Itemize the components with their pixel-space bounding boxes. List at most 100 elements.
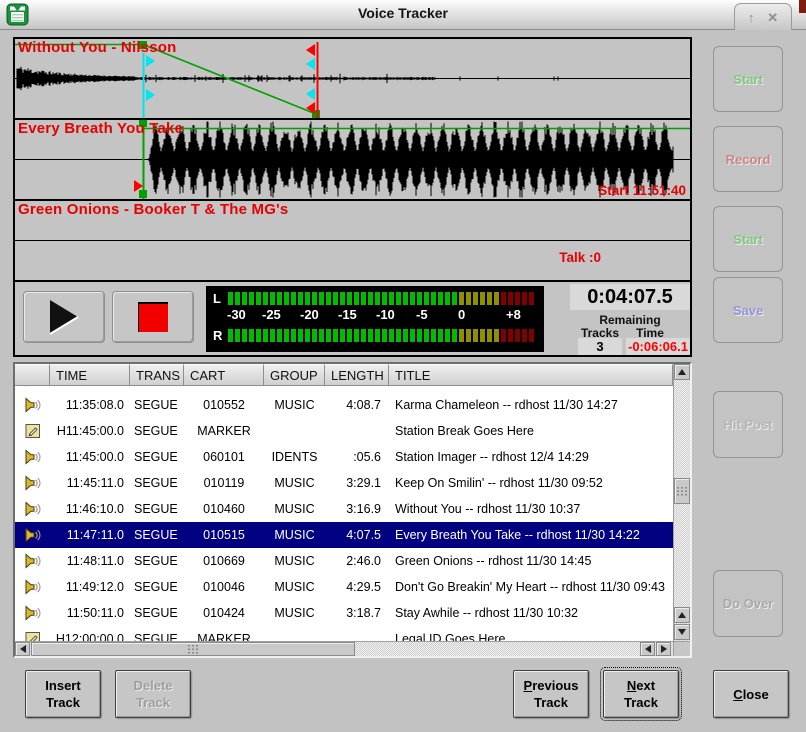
scroll-up-button-2[interactable]	[674, 607, 690, 623]
log-cell-length: 4:29.5	[325, 580, 389, 594]
scroll-right-button[interactable]	[656, 642, 671, 656]
meter-segment	[270, 292, 275, 305]
next-track-button-label: Next	[627, 677, 655, 694]
log-row[interactable]: H12:00:00.0SEGUEMARKERLegal ID Goes Here	[15, 626, 673, 641]
log-cell-icon	[15, 397, 50, 413]
column-header-time[interactable]: TIME	[50, 364, 130, 386]
start-button-2[interactable]: Start	[713, 206, 783, 272]
next-track-button[interactable]: NextTrack	[603, 670, 679, 718]
track-2[interactable]: Every Breath You Take Start 11:51:40	[15, 120, 690, 199]
log-row[interactable]: 11:46:10.0SEGUE010460MUSIC3:16.9Without …	[15, 496, 673, 522]
log-table-body: 11:35:08.0SEGUE010552MUSIC4:08.7Karma Ch…	[15, 386, 673, 641]
delete-track-button[interactable]: DeleteTrack	[115, 670, 191, 718]
shade-button[interactable]: ↑	[748, 11, 755, 24]
log-cell-trans: SEGUE	[130, 606, 184, 620]
log-cell-title: Stay Awhile -- rdhost 11/30 10:32	[389, 606, 673, 620]
meter-segment	[487, 292, 492, 305]
meter-segment	[291, 329, 296, 342]
meter-segment	[431, 292, 436, 305]
meter-scale-label: -25	[262, 307, 281, 322]
log-cell-time: H11:45:00.0	[50, 424, 130, 438]
close-button[interactable]: Close	[713, 670, 789, 718]
vertical-scroll-thumb[interactable]	[674, 478, 690, 504]
meter-segment	[522, 329, 527, 342]
log-cell-trans: SEGUE	[130, 450, 184, 464]
horizontal-scroll-thumb[interactable]	[31, 642, 355, 656]
scroll-up-button[interactable]	[674, 364, 690, 380]
track-3-title: Green Onions - Booker T & The MG's	[18, 201, 288, 218]
previous-track-button[interactable]: PreviousTrack	[513, 670, 589, 718]
log-row[interactable]: 11:50:11.0SEGUE010424MUSIC3:18.7Stay Awh…	[15, 600, 673, 626]
log-row[interactable]: 11:45:00.0SEGUE060101IDENTS:05.6Station …	[15, 444, 673, 470]
log-cell-trans: SEGUE	[130, 476, 184, 490]
scroll-down-button[interactable]	[674, 624, 690, 640]
meter-segment	[452, 329, 457, 342]
close-button-label: Close	[733, 686, 768, 703]
previous-track-button-label2: Track	[534, 694, 568, 711]
scroll-left-button[interactable]	[15, 642, 30, 656]
meter-segment	[410, 329, 415, 342]
insert-track-button[interactable]: InsertTrack	[25, 670, 101, 718]
meter-segment	[249, 292, 254, 305]
meter-segment	[445, 329, 450, 342]
log-row[interactable]: H11:45:00.0SEGUEMARKERStation Break Goes…	[15, 418, 673, 444]
play-icon	[47, 299, 81, 335]
meter-segment	[312, 329, 317, 342]
insert-track-button-label: Insert	[45, 677, 80, 694]
log-cell-group: MUSIC	[264, 580, 325, 594]
column-header-icon[interactable]	[15, 364, 50, 386]
speaker-icon	[25, 397, 41, 413]
log-row[interactable]: 11:45:11.0SEGUE010119MUSIC3:29.1Keep On …	[15, 470, 673, 496]
previous-track-button-label: Previous	[524, 677, 579, 694]
meter-segment	[298, 292, 303, 305]
log-cell-group: MUSIC	[264, 528, 325, 542]
column-header-length[interactable]: LENGTH	[325, 364, 389, 386]
meter-segment	[396, 329, 401, 342]
meter-segment	[396, 292, 401, 305]
close-window-button[interactable]: ✕	[767, 11, 778, 24]
meter-left-bar	[228, 292, 538, 305]
track-1[interactable]: Without You - Nilsson	[15, 39, 690, 118]
save-button[interactable]: Save	[713, 277, 783, 343]
start-button-1[interactable]: Start	[713, 46, 783, 112]
log-cell-trans: SEGUE	[130, 424, 184, 438]
meter-segment	[354, 329, 359, 342]
meter-segment	[249, 329, 254, 342]
log-row[interactable]: 11:48:11.0SEGUE010669MUSIC2:46.0Green On…	[15, 548, 673, 574]
log-row[interactable]: 11:47:11.0SEGUE010515MUSIC4:07.5Every Br…	[15, 522, 673, 548]
log-cell-title: Keep On Smilin' -- rdhost 11/30 09:52	[389, 476, 673, 490]
play-button[interactable]	[23, 291, 105, 343]
column-header-cart[interactable]: CART	[184, 364, 264, 386]
do-over-button[interactable]: Do Over	[713, 570, 783, 637]
stop-button[interactable]	[112, 291, 194, 343]
scroll-left-button-2[interactable]	[640, 642, 655, 656]
column-header-title[interactable]: TITLE	[389, 364, 673, 386]
log-cell-time: H12:00:00.0	[50, 632, 130, 641]
log-cell-cart: MARKER	[184, 632, 264, 641]
log-cell-cart: MARKER	[184, 424, 264, 438]
track-3[interactable]: Green Onions - Booker T & The MG's Talk …	[15, 201, 690, 280]
meter-segment	[480, 292, 485, 305]
record-button[interactable]: Record	[713, 126, 783, 192]
log-cell-length: 3:29.1	[325, 476, 389, 490]
track-1-title: Without You - Nilsson	[18, 39, 177, 56]
vertical-scrollbar[interactable]	[673, 364, 690, 641]
meter-segment	[347, 329, 352, 342]
log-row[interactable]: 11:49:12.0SEGUE010046MUSIC4:29.5Don't Go…	[15, 574, 673, 600]
log-row[interactable]: 11:35:08.0SEGUE010552MUSIC4:08.7Karma Ch…	[15, 392, 673, 418]
hit-post-button[interactable]: Hit Post	[713, 391, 783, 458]
meter-scale-label: 0	[458, 307, 465, 322]
meter-segment	[389, 329, 394, 342]
titlebar[interactable]: Voice Tracker ↑ ✕	[0, 0, 806, 30]
log-cell-length: 4:07.5	[325, 528, 389, 542]
log-cell-time: 11:47:11.0	[50, 528, 130, 542]
horizontal-scrollbar[interactable]	[15, 641, 673, 656]
meter-segment	[354, 292, 359, 305]
column-header-group[interactable]: GROUP	[264, 364, 325, 386]
audio-level-meter: L -30-25-20-15-10-50+8 R	[206, 286, 544, 352]
meter-segment	[298, 329, 303, 342]
meter-left-label: L	[213, 291, 221, 306]
meter-segment	[508, 329, 513, 342]
delete-track-button-label2: Track	[136, 694, 170, 711]
column-header-trans[interactable]: TRANS	[130, 364, 184, 386]
